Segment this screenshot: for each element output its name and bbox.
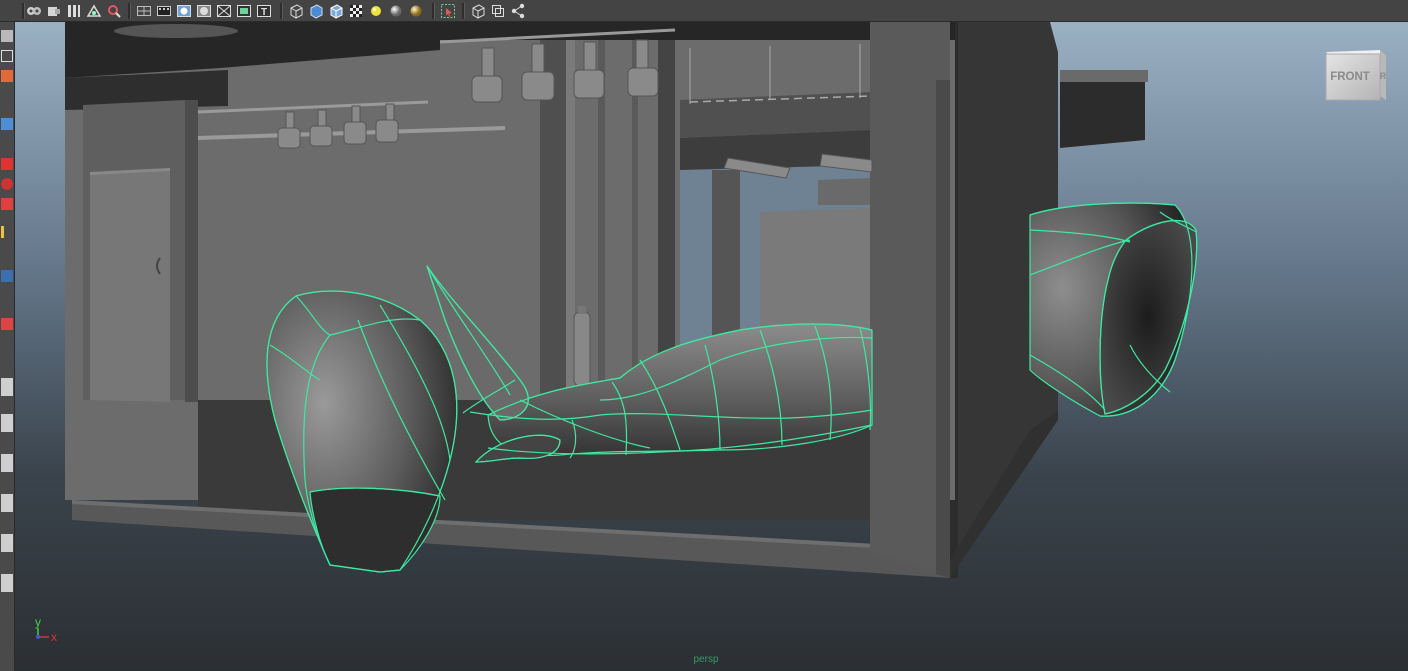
layout-hypershade-icon[interactable] bbox=[1, 534, 13, 552]
gate-mask-icon[interactable] bbox=[196, 3, 212, 19]
textured-icon[interactable] bbox=[348, 3, 364, 19]
shadows-icon[interactable] bbox=[388, 3, 404, 19]
screen-space-ao-icon[interactable] bbox=[408, 3, 424, 19]
camera-label: persp bbox=[693, 654, 718, 665]
wireframe-icon[interactable] bbox=[288, 3, 304, 19]
toolbar-separator bbox=[462, 3, 465, 19]
image-plane-icon[interactable] bbox=[86, 3, 102, 19]
xray-joints-icon[interactable] bbox=[490, 3, 506, 19]
toolbar-separator bbox=[22, 3, 25, 19]
view-cube-front-label[interactable]: FRONT bbox=[1330, 71, 1370, 83]
grease-pencil-icon[interactable] bbox=[106, 3, 122, 19]
paint-select-icon[interactable] bbox=[1, 70, 13, 82]
bookmarks-icon[interactable] bbox=[66, 3, 82, 19]
show-manipulator-icon[interactable] bbox=[1, 198, 13, 210]
camera-attributes-icon[interactable] bbox=[46, 3, 62, 19]
smooth-shade-icon[interactable] bbox=[308, 3, 324, 19]
grid-icon[interactable] bbox=[136, 3, 152, 19]
layout-uv-icon[interactable] bbox=[1, 574, 13, 592]
layout-four-icon[interactable] bbox=[1, 378, 13, 396]
camera-select-icon[interactable] bbox=[26, 3, 42, 19]
view-cube[interactable]: FRONT R bbox=[1325, 50, 1387, 101]
film-gate-icon[interactable] bbox=[156, 3, 172, 19]
layout-graph-icon[interactable] bbox=[1, 494, 13, 512]
toolbar-separator bbox=[128, 3, 131, 19]
axis-x-label: x bbox=[51, 630, 57, 644]
move-tool-icon[interactable] bbox=[1, 118, 13, 130]
layout-single-icon[interactable] bbox=[1, 318, 13, 330]
field-chart-icon[interactable] bbox=[216, 3, 232, 19]
wireframe-on-shaded-icon[interactable] bbox=[328, 3, 344, 19]
axis-y-label: y bbox=[35, 615, 41, 629]
xray-components-icon[interactable] bbox=[510, 3, 526, 19]
svg-text:T: T bbox=[261, 7, 267, 18]
rotate-tool-icon[interactable] bbox=[1, 158, 13, 170]
room-geometry bbox=[65, 22, 1148, 578]
layout-side-icon[interactable] bbox=[1, 414, 13, 432]
xray-icon[interactable] bbox=[470, 3, 486, 19]
scale-tool-icon[interactable] bbox=[1, 178, 13, 190]
viewport-toolbar: T bbox=[0, 0, 1408, 22]
lasso-tool-icon[interactable] bbox=[1, 50, 13, 62]
fire-extinguisher bbox=[573, 306, 591, 387]
layout-outliner-icon[interactable] bbox=[1, 454, 13, 472]
select-tool-icon[interactable] bbox=[1, 30, 13, 42]
safe-action-icon[interactable] bbox=[236, 3, 252, 19]
use-all-lights-icon[interactable] bbox=[368, 3, 384, 19]
resolution-gate-icon[interactable] bbox=[176, 3, 192, 19]
safe-title-icon[interactable]: T bbox=[256, 3, 272, 19]
toolbar-separator bbox=[432, 3, 435, 19]
3d-viewport[interactable]: FRONT R y x persp bbox=[15, 22, 1408, 671]
last-tool-icon[interactable] bbox=[1, 270, 13, 282]
isolate-select-icon[interactable] bbox=[440, 3, 456, 19]
toolbar-separator bbox=[280, 3, 283, 19]
tool-strip bbox=[0, 22, 15, 671]
view-cube-side-label[interactable]: R bbox=[1380, 71, 1387, 81]
soft-select-icon[interactable] bbox=[1, 226, 13, 238]
